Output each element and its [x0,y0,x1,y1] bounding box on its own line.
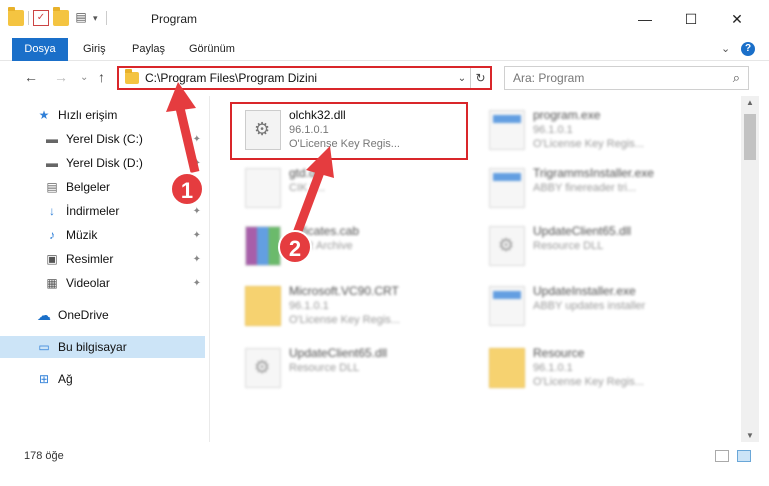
arrow-1-shaft [175,106,200,174]
step-badge-2: 2 [278,230,312,264]
step-badge-1: 1 [170,172,204,206]
arrow-2-head [306,146,334,178]
annotation-arrows [166,82,334,238]
arrow-1-head [166,82,196,112]
arrow-2-shaft [291,170,325,238]
